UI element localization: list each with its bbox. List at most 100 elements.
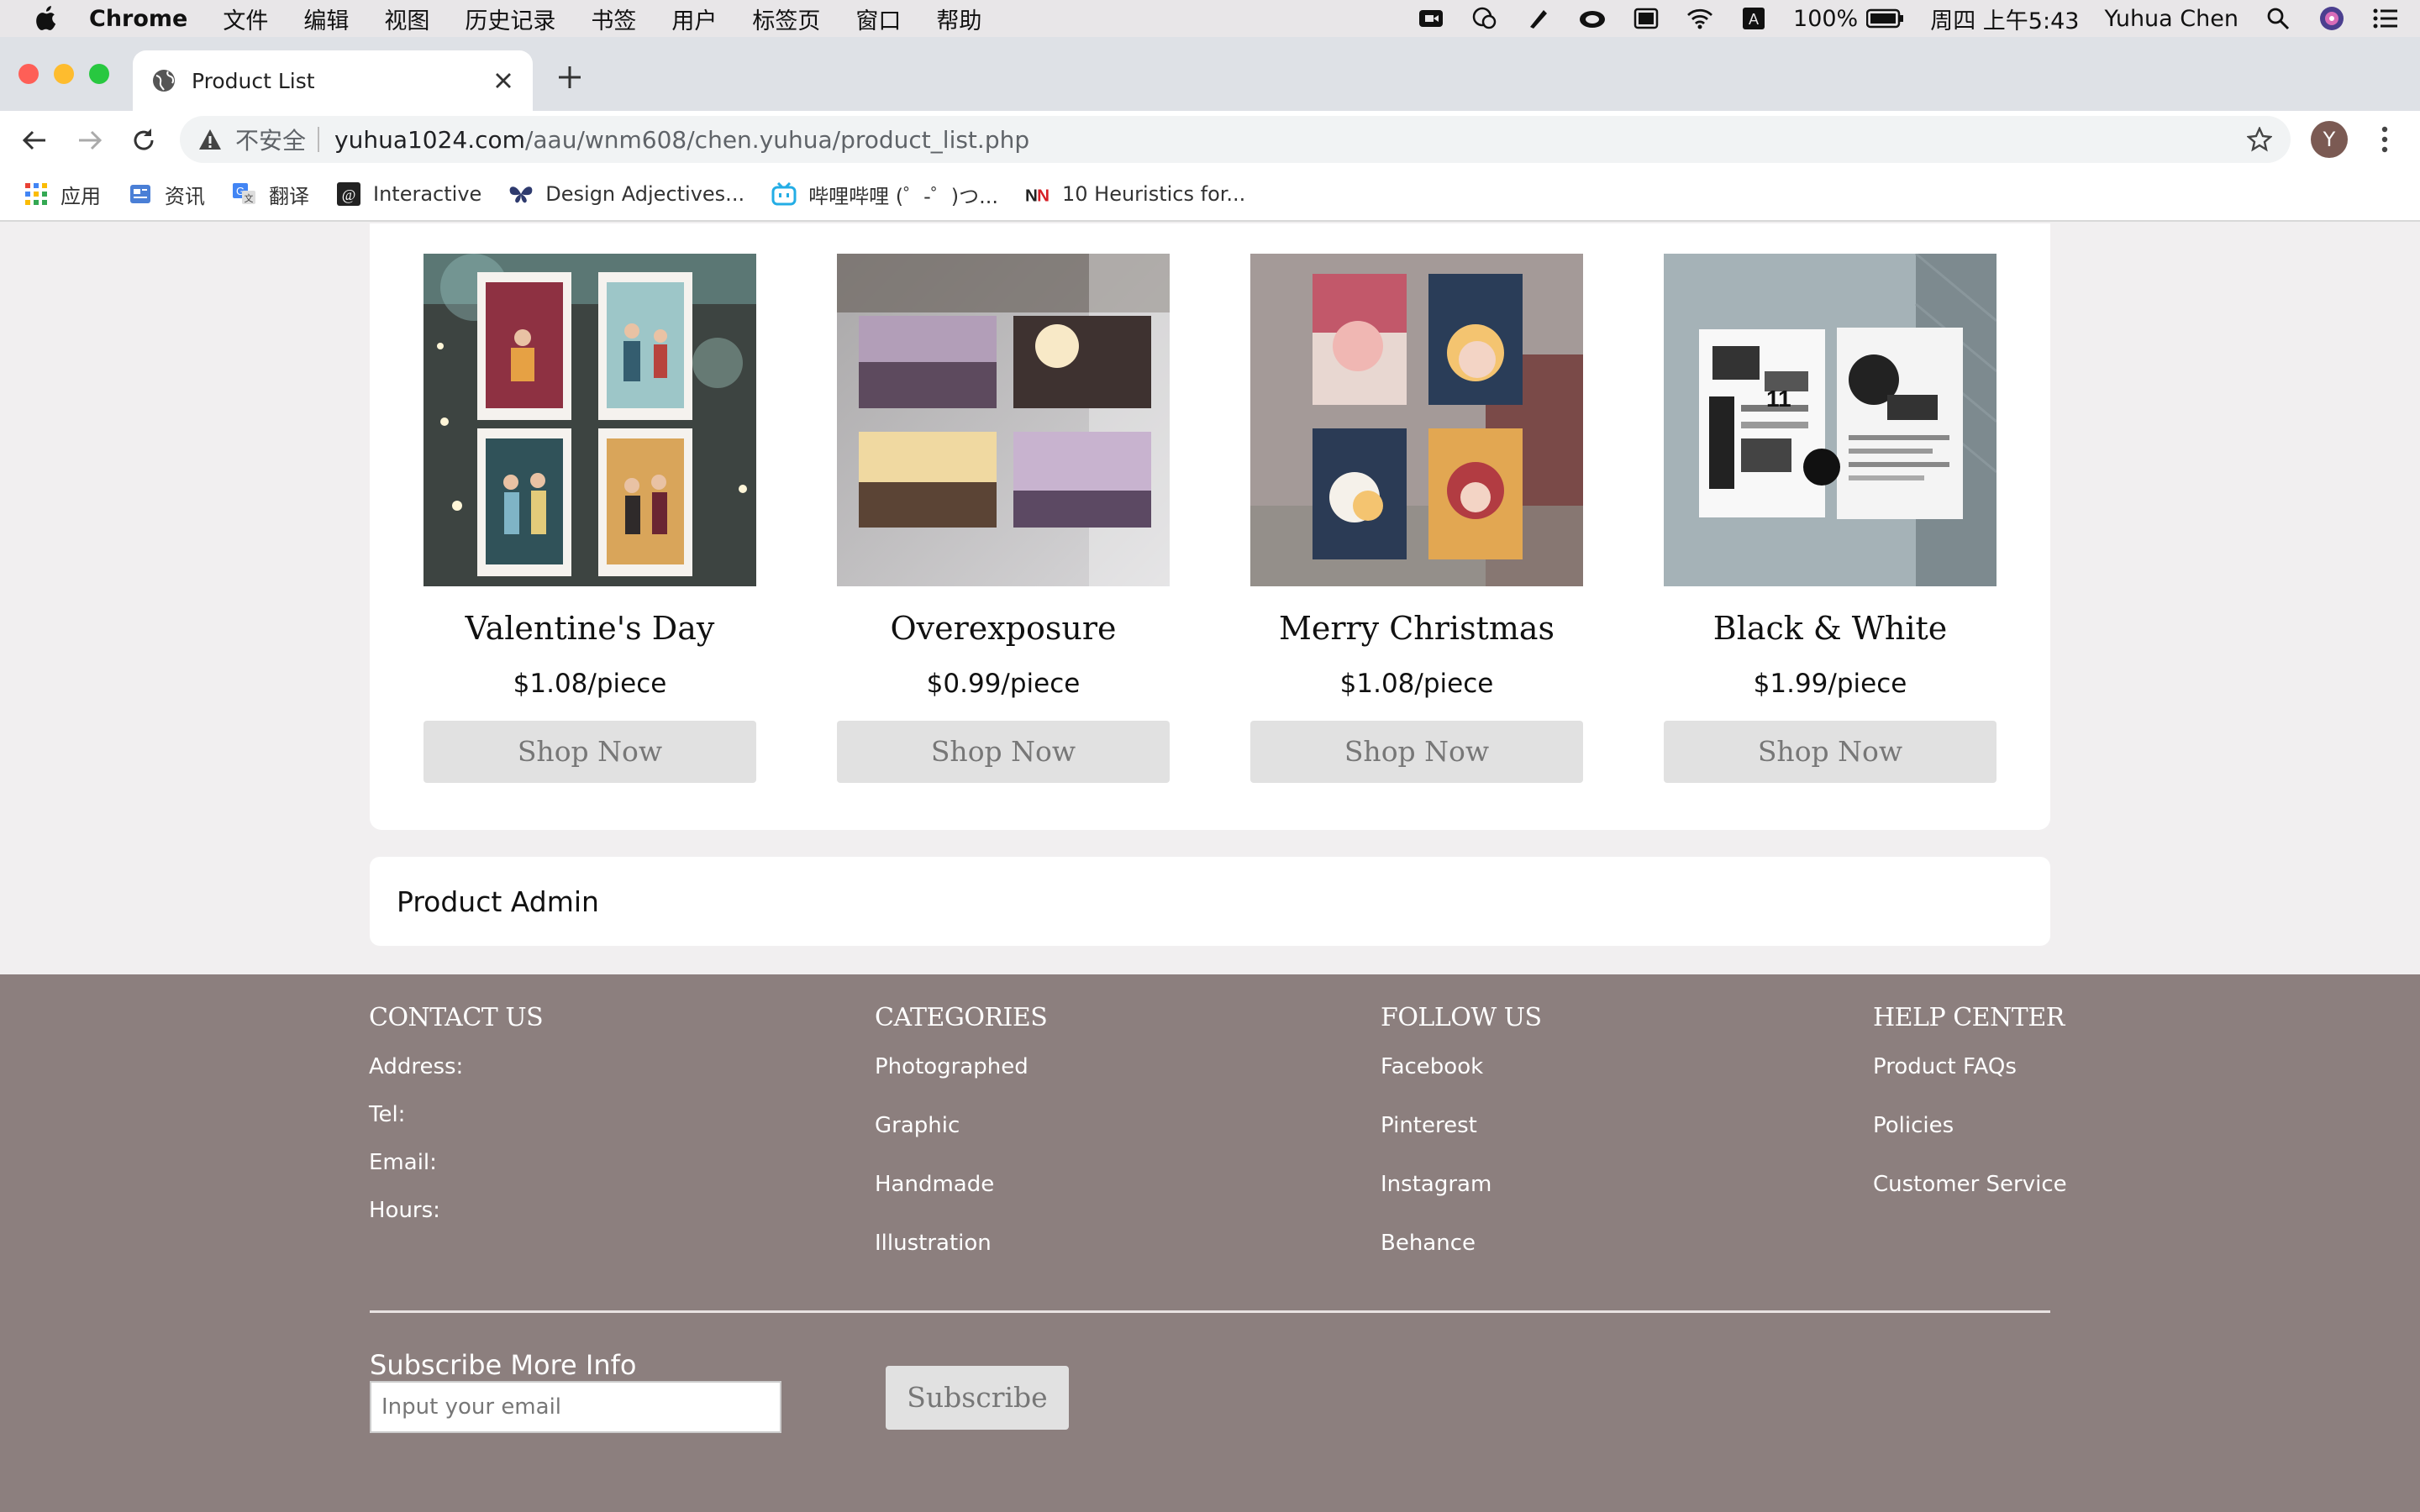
shop-now-button[interactable]: Shop Now <box>837 721 1170 783</box>
menu-bookmarks[interactable]: 书签 <box>591 3 636 35</box>
product-name[interactable]: Overexposure <box>837 610 1170 647</box>
menu-help[interactable]: 帮助 <box>936 3 981 35</box>
reload-icon[interactable] <box>129 126 158 155</box>
product-image-black-white[interactable]: 11 <box>1664 254 1996 586</box>
footer-link-behance[interactable]: Behance <box>1381 1231 1542 1256</box>
battery-percent: 100% <box>1793 5 1859 32</box>
product-price: $0.99/piece <box>926 669 1081 699</box>
footer-link-customer-service[interactable]: Customer Service <box>1873 1172 2067 1197</box>
menu-file[interactable]: 文件 <box>223 3 268 35</box>
interactive-icon: @ <box>336 181 361 207</box>
shop-now-button[interactable]: Shop Now <box>424 721 756 783</box>
macos-menubar: Chrome 文件 编辑 视图 历史记录 书签 用户 标签页 窗口 帮助 A 1… <box>0 0 2420 37</box>
bookmark-label: 哔哩哔哩 (゜-゜)つ... <box>808 184 998 208</box>
shop-now-button[interactable]: Shop Now <box>1664 721 1996 783</box>
bookmark-label: Interactive <box>373 182 482 206</box>
product-image-overexposure[interactable] <box>837 254 1170 586</box>
user-name[interactable]: Yuhua Chen <box>2104 6 2238 32</box>
spotlight-search-icon[interactable] <box>2264 6 2292 31</box>
news-icon <box>128 181 153 207</box>
footer-tel: Tel: <box>369 1102 406 1127</box>
new-tab-icon[interactable] <box>555 62 585 92</box>
product-list-card: Valentine's Day $1.08/piece Shop Now Ove… <box>370 223 2050 830</box>
footer-contact-column: CONTACT US Address: Tel: Email: Hours: <box>369 974 544 1223</box>
clock[interactable]: 周四 上午5:43 <box>1930 3 2079 35</box>
bookmark-label: 翻译 <box>269 184 309 208</box>
footer-divider <box>370 1310 2050 1313</box>
product-name[interactable]: Valentine's Day <box>424 610 756 647</box>
product-name[interactable]: Black & White <box>1664 610 1996 647</box>
footer-email: Email: <box>369 1150 437 1175</box>
forward-arrow-icon[interactable] <box>76 126 104 155</box>
chat-icon[interactable] <box>1470 6 1499 31</box>
product-item: Overexposure $0.99/piece Shop Now <box>837 254 1170 783</box>
window-maximize-button[interactable] <box>89 64 109 84</box>
bookmark-bilibili[interactable]: 哔哩哔哩 (゜-゜)つ... <box>771 180 998 209</box>
menu-view[interactable]: 视图 <box>384 3 429 35</box>
footer-link-illustration[interactable]: Illustration <box>875 1231 1047 1256</box>
footer-link-faqs[interactable]: Product FAQs <box>1873 1054 2067 1079</box>
address-bar[interactable]: 不安全 yuhua1024.com/aau/wnm608/chen.yuhua/… <box>180 116 2291 163</box>
bookmark-star-icon[interactable] <box>2247 127 2272 152</box>
bookmark-translate[interactable]: G文 翻译 <box>232 180 309 209</box>
footer-hours: Hours: <box>369 1198 440 1223</box>
product-image-merry-christmas[interactable] <box>1250 254 1583 586</box>
subscribe-email-input[interactable]: Input your email <box>370 1381 781 1433</box>
product-item: Merry Christmas $1.08/piece Shop Now <box>1250 254 1583 783</box>
kebab-menu-icon[interactable] <box>2375 124 2395 155</box>
product-name[interactable]: Merry Christmas <box>1250 610 1583 647</box>
footer-link-pinterest[interactable]: Pinterest <box>1381 1113 1542 1138</box>
profile-avatar[interactable]: Y <box>2311 121 2348 158</box>
subscribe-button[interactable]: Subscribe <box>886 1366 1069 1430</box>
product-item: 11 Black & White $1.99/piece Shop Now <box>1664 254 1996 783</box>
bookmark-apps[interactable]: 应用 <box>24 180 101 209</box>
warning-triangle-icon[interactable] <box>198 129 222 150</box>
footer-link-photographed[interactable]: Photographed <box>875 1054 1047 1079</box>
wifi-icon[interactable] <box>1686 6 1714 31</box>
butterfly-icon <box>508 181 534 207</box>
siri-icon[interactable] <box>2317 6 2346 31</box>
bookmarks-bar: 应用 资讯 G文 翻译 @ Interactive Design Adjecti… <box>0 168 2420 222</box>
footer-heading-contact: CONTACT US <box>369 1003 544 1032</box>
apple-icon[interactable] <box>35 6 59 31</box>
bookmark-news[interactable]: 资讯 <box>128 180 205 209</box>
bookmark-label: 资讯 <box>165 184 205 208</box>
footer-help-column: HELP CENTER Product FAQs Policies Custom… <box>1873 974 2067 1197</box>
footer-follow-column: FOLLOW US Facebook Pinterest Instagram B… <box>1381 974 1542 1256</box>
product-image-valentines[interactable] <box>424 254 756 586</box>
product-admin-card: Product Admin <box>370 857 2050 946</box>
footer-address: Address: <box>369 1054 464 1079</box>
footer-link-policies[interactable]: Policies <box>1873 1113 2067 1138</box>
bookmark-heuristics[interactable]: NN 10 Heuristics for... <box>1025 181 1245 207</box>
creative-cloud-icon[interactable] <box>1578 6 1607 31</box>
display-icon[interactable] <box>1632 6 1660 31</box>
svg-text:文: 文 <box>245 192 254 204</box>
tab-close-icon[interactable] <box>492 70 514 92</box>
menu-people[interactable]: 用户 <box>671 3 717 35</box>
menu-history[interactable]: 历史记录 <box>465 3 555 35</box>
bookmark-design-adjectives[interactable]: Design Adjectives... <box>508 181 744 207</box>
footer-heading-follow: FOLLOW US <box>1381 1003 1542 1032</box>
tab-strip: Product List <box>0 37 2420 111</box>
not-secure-label[interactable]: 不安全 <box>235 123 306 156</box>
footer-link-facebook[interactable]: Facebook <box>1381 1054 1542 1079</box>
shop-now-button[interactable]: Shop Now <box>1250 721 1583 783</box>
product-admin-link[interactable]: Product Admin <box>397 885 599 918</box>
footer-link-handmade[interactable]: Handmade <box>875 1172 1047 1197</box>
bookmark-interactive[interactable]: @ Interactive <box>336 181 481 207</box>
window-minimize-button[interactable] <box>54 64 74 84</box>
camera-icon[interactable] <box>1417 6 1445 31</box>
battery-icon[interactable] <box>1866 6 1905 31</box>
input-source-icon[interactable]: A <box>1739 6 1768 31</box>
menu-edit[interactable]: 编辑 <box>303 3 349 35</box>
notification-center-icon[interactable] <box>2371 6 2400 31</box>
window-close-button[interactable] <box>18 64 39 84</box>
back-arrow-icon[interactable] <box>20 126 49 155</box>
footer-link-instagram[interactable]: Instagram <box>1381 1172 1542 1197</box>
menu-chrome[interactable]: Chrome <box>89 6 187 32</box>
menu-tab[interactable]: 标签页 <box>752 3 820 35</box>
tab-product-list[interactable]: Product List <box>133 50 533 111</box>
pen-icon[interactable] <box>1524 6 1553 31</box>
footer-link-graphic[interactable]: Graphic <box>875 1113 1047 1138</box>
menu-window[interactable]: 窗口 <box>855 3 901 35</box>
